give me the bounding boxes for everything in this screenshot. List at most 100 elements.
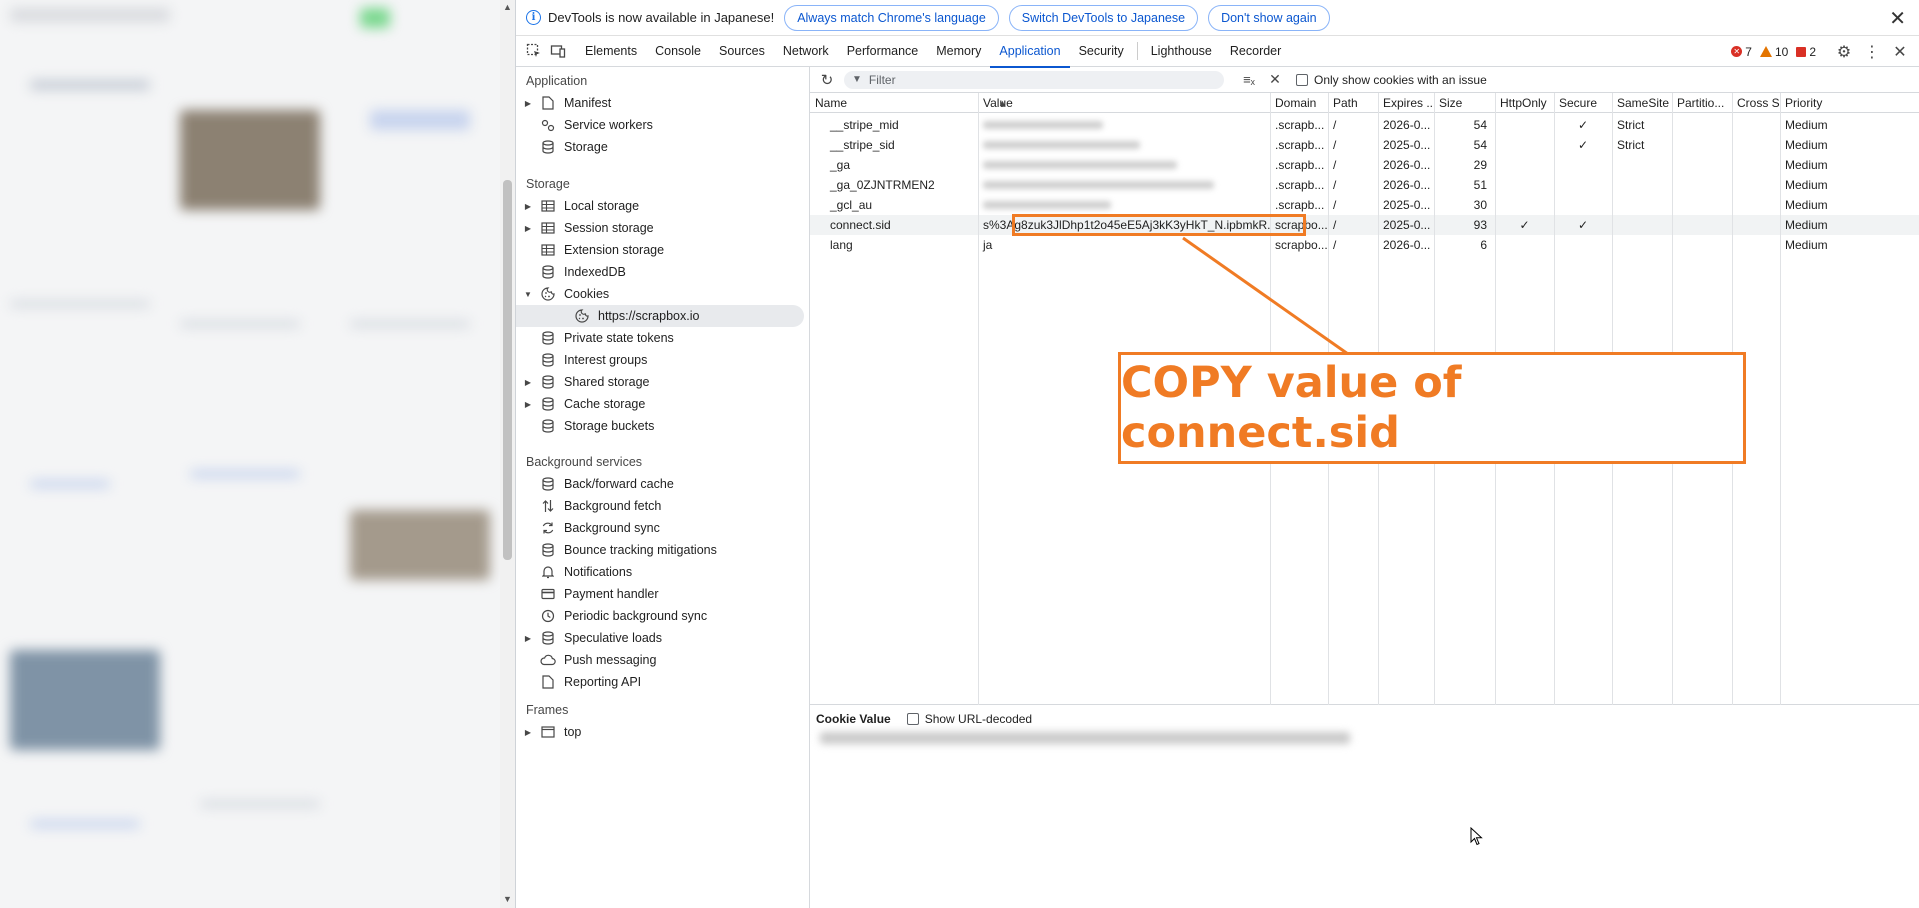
sidebar-item-background-sync[interactable]: Background sync (516, 517, 809, 539)
expand-right-arrow-icon[interactable]: ▶ (522, 634, 534, 643)
cell-domain[interactable]: .scrapb... (1270, 135, 1328, 155)
sidebar-item-private-state-tokens[interactable]: Private state tokens (516, 327, 809, 349)
cell-path[interactable]: / (1328, 215, 1378, 235)
expand-right-arrow-icon[interactable]: ▶ (522, 224, 534, 233)
clear-all-cookies-icon[interactable]: ≡ₓ (1238, 72, 1260, 87)
tab-lighthouse[interactable]: Lighthouse (1142, 36, 1221, 67)
cookie-value-text[interactable] (820, 732, 1350, 744)
tab-security[interactable]: Security (1070, 36, 1133, 67)
scroll-down-arrow-icon[interactable]: ▼ (503, 894, 512, 904)
column-header-value[interactable]: Value (978, 93, 1270, 113)
column-divider[interactable] (1780, 93, 1781, 705)
tab-performance[interactable]: Performance (838, 36, 928, 67)
error-counter[interactable]: ✕ 7 (1731, 45, 1752, 59)
cell-size[interactable]: 54 (1434, 135, 1495, 155)
close-icon[interactable]: ✕ (1889, 6, 1906, 31)
sidebar-item-background-fetch[interactable]: Background fetch (516, 495, 809, 517)
column-header-samesite[interactable]: SameSite (1612, 93, 1672, 113)
cell-secure[interactable]: ✓ (1554, 115, 1612, 135)
sidebar-item-session-storage[interactable]: ▶ Session storage (516, 217, 809, 239)
cell-domain[interactable]: .scrapb... (1270, 175, 1328, 195)
cell-path[interactable]: / (1328, 175, 1378, 195)
cell-name[interactable]: _ga (810, 155, 978, 175)
cell-name[interactable]: __stripe_mid (810, 115, 978, 135)
cell-expires[interactable]: 2025-0... (1378, 135, 1434, 155)
sidebar-item-reporting-api[interactable]: Reporting API (516, 671, 809, 693)
expand-right-arrow-icon[interactable]: ▶ (522, 378, 534, 387)
column-header-name[interactable]: Name (810, 93, 978, 113)
cell-httponly[interactable] (1495, 195, 1554, 215)
expand-down-arrow-icon[interactable]: ▼ (522, 290, 534, 299)
warning-counter[interactable]: 10 (1759, 45, 1788, 59)
column-header-httponly[interactable]: HttpOnly (1495, 93, 1554, 113)
sidebar-item-bounce-tracking-mitigations[interactable]: Bounce tracking mitigations (516, 539, 809, 561)
url-decoded-checkbox[interactable] (906, 713, 919, 725)
issues-counter[interactable]: 2 (1796, 45, 1816, 59)
tab-elements[interactable]: Elements (576, 36, 646, 67)
cell-partition[interactable] (1672, 135, 1732, 155)
cell-expires[interactable]: 2025-0... (1378, 195, 1434, 215)
sidebar-item-interest-groups[interactable]: Interest groups (516, 349, 809, 371)
cell-httponly[interactable] (1495, 175, 1554, 195)
column-header-domain[interactable]: Domain (1270, 93, 1328, 113)
sidebar-item-payment-handler[interactable]: Payment handler (516, 583, 809, 605)
cell-value[interactable] (978, 135, 1270, 155)
sidebar-item-service-workers[interactable]: Service workers (516, 114, 809, 136)
tab-console[interactable]: Console (646, 36, 710, 67)
tab-memory[interactable]: Memory (927, 36, 990, 67)
cell-samesite[interactable] (1612, 155, 1672, 175)
cell-value[interactable] (978, 195, 1270, 215)
cell-samesite[interactable]: Strict (1612, 115, 1672, 135)
tab-network[interactable]: Network (774, 36, 838, 67)
column-divider[interactable] (978, 93, 979, 705)
sidebar-item-push-messaging[interactable]: Push messaging (516, 649, 809, 671)
column-header-secure[interactable]: Secure (1554, 93, 1612, 113)
cell-domain[interactable]: .scrapb... (1270, 155, 1328, 175)
cell-partition[interactable] (1672, 175, 1732, 195)
column-header-size[interactable]: Size (1434, 93, 1495, 113)
sidebar-item-indexeddb[interactable]: IndexedDB (516, 261, 809, 283)
column-header-cross[interactable]: Cross Si... (1732, 93, 1780, 113)
cell-samesite[interactable] (1612, 195, 1672, 215)
cell-expires[interactable]: 2026-0... (1378, 235, 1434, 255)
cell-httponly[interactable] (1495, 235, 1554, 255)
cell-size[interactable]: 29 (1434, 155, 1495, 175)
dont-show-again-button[interactable]: Don't show again (1208, 4, 1330, 31)
sidebar-item-cookies[interactable]: ▼ Cookies (516, 283, 809, 305)
cell-httponly[interactable] (1495, 155, 1554, 175)
cell-samesite[interactable]: Strict (1612, 135, 1672, 155)
sidebar-item-manifest[interactable]: ▶ Manifest (516, 92, 809, 114)
cell-path[interactable]: / (1328, 115, 1378, 135)
cell-samesite[interactable] (1612, 215, 1672, 235)
cell-cross[interactable] (1732, 115, 1780, 135)
table-row[interactable]: lang ja scrapbo.../2026-0... 6 Medium (810, 235, 1919, 255)
expand-right-arrow-icon[interactable]: ▶ (522, 400, 534, 409)
inspect-element-icon[interactable] (522, 39, 546, 63)
cell-path[interactable]: / (1328, 135, 1378, 155)
match-language-button[interactable]: Always match Chrome's language (784, 4, 999, 31)
sidebar-item-speculative-loads[interactable]: ▶ Speculative loads (516, 627, 809, 649)
expand-right-arrow-icon[interactable]: ▶ (522, 202, 534, 211)
cell-partition[interactable] (1672, 155, 1732, 175)
sidebar-item-https-scrapbox-io[interactable]: https://scrapbox.io (516, 305, 804, 327)
cell-cross[interactable] (1732, 235, 1780, 255)
table-row[interactable]: _ga .scrapb.../2026-0... 29 Medium (810, 155, 1919, 175)
cell-secure[interactable] (1554, 175, 1612, 195)
table-row[interactable]: _ga_0ZJNTRMEN2 .scrapb.../2026-0... 51 Medi… (810, 175, 1919, 195)
page-scrollbar[interactable]: ▲ ▼ (500, 0, 515, 908)
cell-expires[interactable]: 2025-0... (1378, 215, 1434, 235)
cell-value[interactable] (978, 155, 1270, 175)
cell-secure[interactable]: ✓ (1554, 135, 1612, 155)
cell-cross[interactable] (1732, 215, 1780, 235)
expand-right-arrow-icon[interactable]: ▶ (522, 728, 534, 737)
cell-expires[interactable]: 2026-0... (1378, 175, 1434, 195)
cell-priority[interactable]: Medium (1780, 195, 1919, 215)
cell-cross[interactable] (1732, 135, 1780, 155)
tab-sources[interactable]: Sources (710, 36, 774, 67)
cell-priority[interactable]: Medium (1780, 175, 1919, 195)
cell-partition[interactable] (1672, 195, 1732, 215)
column-header-partition[interactable]: Partitio... (1672, 93, 1732, 113)
sidebar-item-extension-storage[interactable]: Extension storage (516, 239, 809, 261)
cell-secure[interactable] (1554, 155, 1612, 175)
tab-application[interactable]: Application (990, 36, 1070, 68)
